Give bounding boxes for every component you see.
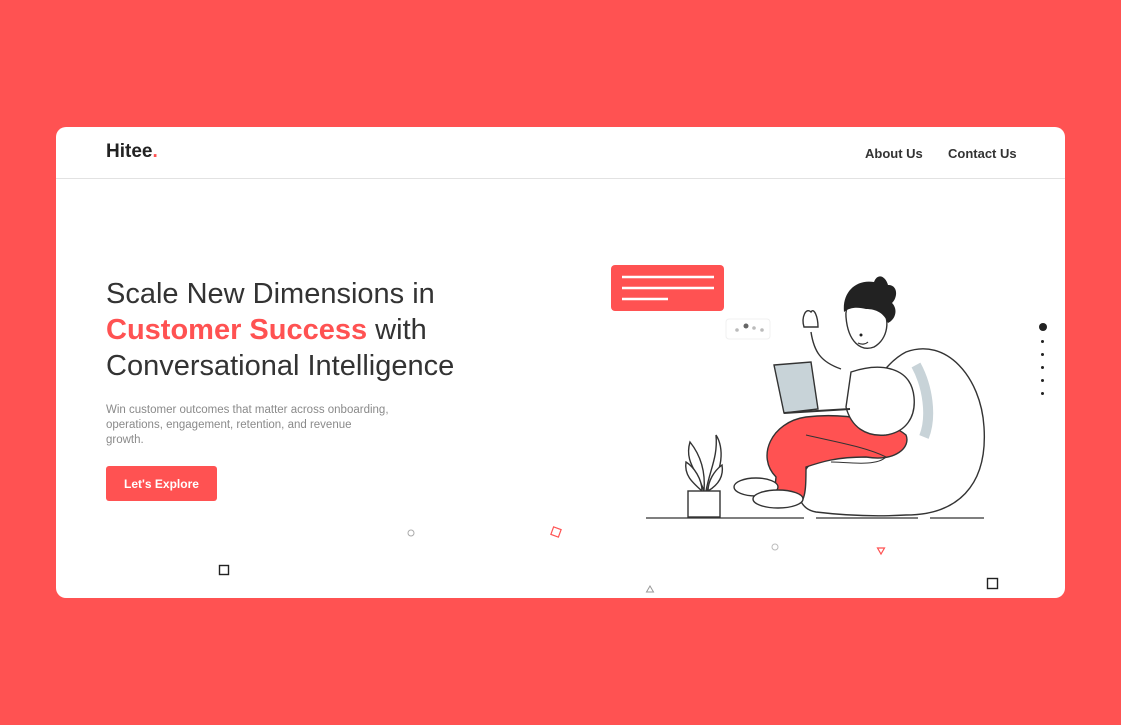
slider-dot-5[interactable] (1041, 379, 1044, 382)
square-deco-icon-2 (986, 577, 999, 590)
diamond-deco-icon (550, 526, 562, 538)
chat-bubble-icon (611, 265, 724, 311)
slider-dot-2[interactable] (1041, 340, 1044, 343)
circle-deco-icon (407, 529, 415, 537)
headline-accent: Customer Success (106, 314, 368, 346)
logo[interactable]: Hitee. (106, 141, 158, 163)
slider-dots (1039, 323, 1047, 405)
nav-about-us[interactable]: About Us (865, 146, 923, 161)
hero-headline: Scale New Dimensions in Customer Success … (106, 276, 546, 384)
headline-line-1: Scale New Dimensions in (106, 278, 435, 310)
typing-indicator-icon (725, 318, 771, 340)
top-nav: Hitee. About Us Contact Us (56, 127, 1065, 179)
slider-dot-4[interactable] (1041, 366, 1044, 369)
square-deco-icon (218, 564, 230, 576)
logo-dot: . (152, 141, 158, 162)
slider-dot-6[interactable] (1041, 392, 1044, 395)
nav-contact-us[interactable]: Contact Us (948, 146, 1017, 161)
plant-icon (685, 434, 724, 518)
logo-text: Hitee (106, 141, 153, 162)
hero-description: Win customer outcomes that matter across… (106, 404, 389, 446)
headline-line-3: Conversational Intelligence (106, 350, 455, 382)
hero-illustration (611, 265, 985, 519)
explore-button[interactable]: Let's Explore (106, 466, 217, 501)
heart-deco-icon (771, 543, 779, 551)
triangle-deco-icon (645, 585, 655, 593)
hero-card: Hitee. About Us Contact Us Scale New Dim… (56, 127, 1065, 598)
headline-mid: with (367, 314, 427, 346)
slider-dot-1[interactable] (1039, 323, 1047, 331)
slider-dot-3[interactable] (1041, 353, 1044, 356)
triangle-down-deco-icon (876, 547, 886, 556)
